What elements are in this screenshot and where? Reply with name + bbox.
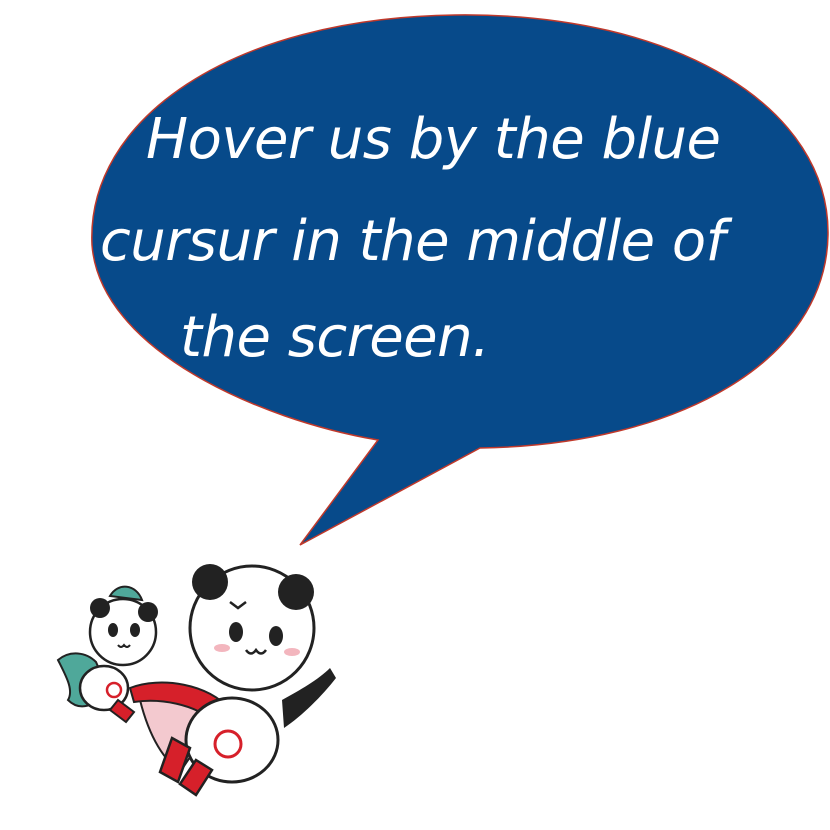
panda-mascots-flying-icon: [56, 564, 336, 797]
speech-bubble-shape: [91, 14, 829, 546]
scene: [56, 14, 829, 797]
speech-bubble: [91, 14, 829, 546]
